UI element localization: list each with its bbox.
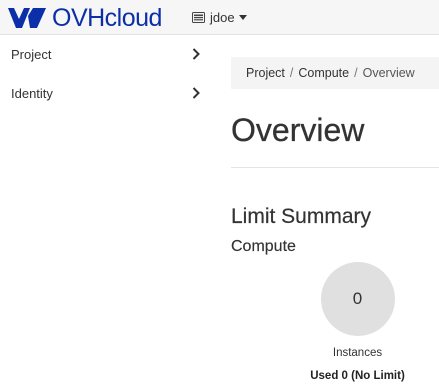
title-divider bbox=[231, 167, 439, 168]
instances-limit-chart: 0 Instances Used 0 (No Limit) bbox=[290, 262, 425, 382]
breadcrumb: Project / Compute / Overview bbox=[231, 57, 439, 89]
sidebar: Project Identity bbox=[0, 35, 214, 392]
breadcrumb-separator: / bbox=[354, 66, 358, 80]
instances-count: 0 bbox=[352, 289, 363, 308]
main-content: Project / Compute / Overview Overview Li… bbox=[231, 35, 439, 257]
caret-down-icon bbox=[238, 14, 247, 20]
sidebar-item-project[interactable]: Project bbox=[0, 35, 214, 74]
server-icon bbox=[192, 11, 205, 23]
project-dropdown[interactable]: jdoe bbox=[192, 8, 247, 26]
limit-summary-title: Limit Summary bbox=[231, 205, 372, 228]
project-name: jdoe bbox=[210, 9, 235, 25]
instances-pie: 0 bbox=[320, 262, 395, 336]
brand-name: OVHcloud bbox=[52, 4, 162, 32]
breadcrumb-project[interactable]: Project bbox=[246, 66, 285, 80]
top-navbar: OVHcloud jdoe bbox=[0, 0, 439, 35]
compute-section-title: Compute bbox=[231, 238, 296, 255]
breadcrumb-compute[interactable]: Compute bbox=[298, 66, 349, 80]
chevron-right-icon bbox=[192, 87, 200, 99]
breadcrumb-overview: Overview bbox=[362, 66, 415, 80]
sidebar-item-label: Project bbox=[11, 47, 52, 62]
breadcrumb-separator: / bbox=[289, 66, 294, 80]
instances-label: Instances bbox=[332, 347, 383, 359]
chevron-right-icon bbox=[192, 48, 200, 60]
page-title: Overview bbox=[231, 112, 365, 148]
sidebar-item-identity[interactable]: Identity bbox=[0, 74, 214, 113]
instances-usage: Used 0 (No Limit) bbox=[310, 370, 405, 382]
sidebar-item-label: Identity bbox=[11, 86, 53, 101]
ovh-logo-icon bbox=[8, 8, 46, 28]
brand-logo[interactable]: OVHcloud bbox=[7, 5, 162, 31]
